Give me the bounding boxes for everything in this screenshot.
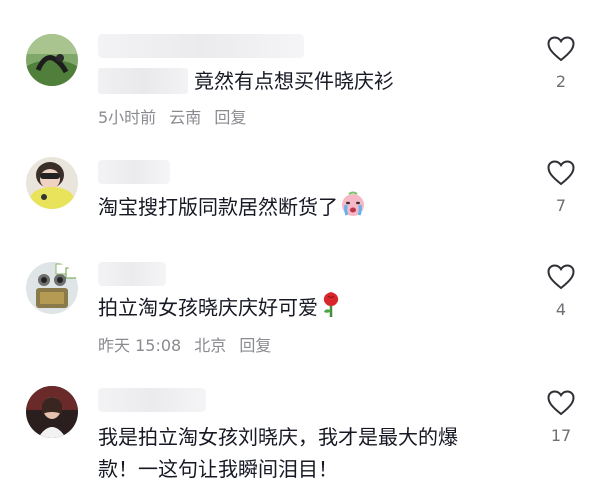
- comment-item: 我是拍立淘女孩刘晓庆，我才是最大的爆 款！一这句让我瞬间泪目！ 17: [0, 0, 600, 481]
- comment-text-line-2: 款！一这句让我瞬间泪目！: [98, 457, 338, 481]
- comment-text-line-1: 我是拍立淘女孩刘晓庆，我才是最大的爆: [98, 425, 458, 449]
- heart-outline-icon: [547, 390, 575, 416]
- username-redacted[interactable]: [98, 388, 206, 412]
- avatar-image: [26, 386, 78, 438]
- like-count: 17: [550, 426, 572, 445]
- avatar[interactable]: [26, 386, 78, 438]
- like-button[interactable]: 17: [543, 390, 579, 445]
